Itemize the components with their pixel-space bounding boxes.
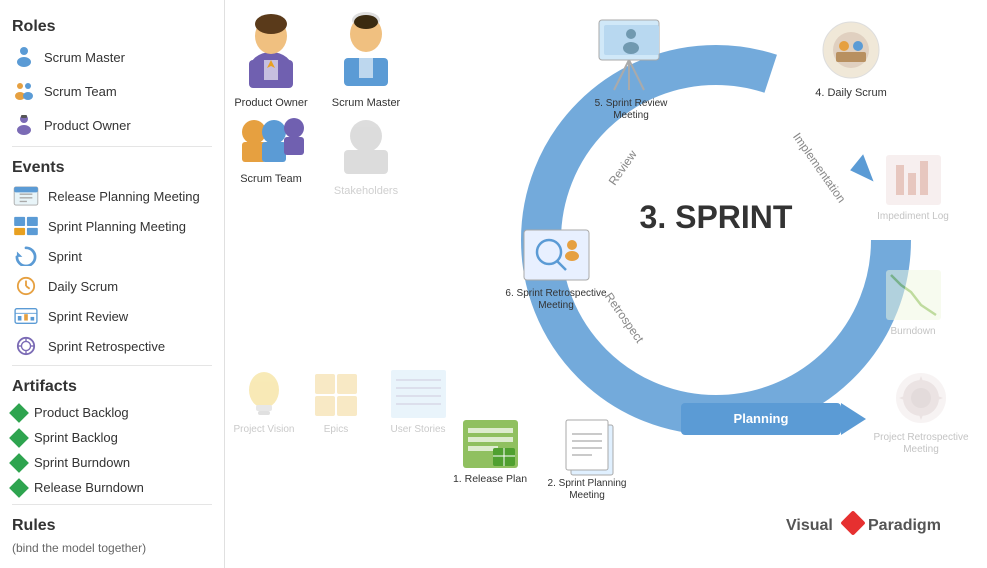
sprint-icon xyxy=(12,246,40,266)
sprint-label: Sprint xyxy=(48,249,82,264)
diagram-area: Product Owner Scrum Master xyxy=(225,0,987,568)
diamond-sprint-burndown xyxy=(9,453,29,473)
sprint-review-icon xyxy=(12,306,40,326)
product-owner-icon xyxy=(12,113,36,137)
scrum-team-label: Scrum Team xyxy=(44,84,117,99)
svg-text:Product Owner: Product Owner xyxy=(234,97,308,109)
rules-section-title: Rules xyxy=(0,509,224,539)
project-vision-artifact[interactable]: Project Vision xyxy=(234,372,295,435)
sidebar-item-sprint-backlog[interactable]: Sprint Backlog xyxy=(0,425,224,450)
sidebar-item-sprint-planning[interactable]: Sprint Planning Meeting xyxy=(0,211,224,241)
impediment-log-node[interactable]: Impediment Log xyxy=(877,155,949,222)
sidebar-item-sprint-review[interactable]: Sprint Review xyxy=(0,301,224,331)
svg-text:Meeting: Meeting xyxy=(613,110,649,121)
divider-artifacts xyxy=(12,365,212,366)
sidebar: Roles Scrum Master Scrum Team xyxy=(0,0,225,568)
scrum-master-figure[interactable]: Scrum Master xyxy=(332,12,401,109)
svg-text:Meeting: Meeting xyxy=(903,444,939,455)
divider-rules xyxy=(12,504,212,505)
daily-scrum-node[interactable]: 4. Daily Scrum xyxy=(815,22,887,99)
project-retro-meeting-node[interactable]: Project Retrospective Meeting xyxy=(873,373,968,455)
sidebar-item-sprint-burndown[interactable]: Sprint Burndown xyxy=(0,450,224,475)
stakeholders-figure[interactable]: Stakeholders xyxy=(334,120,399,197)
diamond-sprint-backlog xyxy=(9,428,29,448)
diamond-release-burndown xyxy=(9,478,29,498)
svg-text:6. Sprint Retrospective: 6. Sprint Retrospective xyxy=(505,288,607,299)
sprint-retrospective-label: Sprint Retrospective xyxy=(48,339,165,354)
svg-text:Stakeholders: Stakeholders xyxy=(334,185,399,197)
artifacts-section-title: Artifacts xyxy=(0,370,224,400)
sprint-planning-meeting-node[interactable]: 2. Sprint Planning Meeting xyxy=(548,420,627,501)
user-stories-artifact[interactable]: User Stories xyxy=(390,370,446,435)
daily-scrum-label: Daily Scrum xyxy=(48,279,118,294)
sprint-review-label: Sprint Review xyxy=(48,309,128,324)
sprint-planning-icon xyxy=(12,216,40,236)
product-owner-label: Product Owner xyxy=(44,118,131,133)
diamond-product-backlog xyxy=(9,403,29,423)
sprint-burndown-label: Sprint Burndown xyxy=(34,455,130,470)
divider-events xyxy=(12,146,212,147)
svg-text:Paradigm: Paradigm xyxy=(868,517,941,534)
main-content: Product Owner Scrum Master xyxy=(225,0,987,568)
svg-text:3. SPRINT: 3. SPRINT xyxy=(640,199,793,235)
svg-text:2. Sprint Planning: 2. Sprint Planning xyxy=(548,478,627,489)
release-burndown-label: Release Burndown xyxy=(34,480,144,495)
svg-text:5. Sprint Review: 5. Sprint Review xyxy=(595,98,669,109)
product-backlog-label: Product Backlog xyxy=(34,405,129,420)
svg-text:Burndown: Burndown xyxy=(890,326,935,337)
scrum-master-icon xyxy=(12,45,36,69)
svg-text:User Stories: User Stories xyxy=(390,424,445,435)
svg-text:Epics: Epics xyxy=(324,424,348,435)
svg-text:Scrum Master: Scrum Master xyxy=(332,97,401,109)
sidebar-item-product-backlog[interactable]: Product Backlog xyxy=(0,400,224,425)
sprint-backlog-label: Sprint Backlog xyxy=(34,430,118,445)
scrum-master-label: Scrum Master xyxy=(44,50,125,65)
svg-text:Project Vision: Project Vision xyxy=(234,424,295,435)
sprint-retrospective-icon xyxy=(12,336,40,356)
sidebar-item-scrum-team[interactable]: Scrum Team xyxy=(0,74,224,108)
events-section-title: Events xyxy=(0,151,224,181)
daily-scrum-icon xyxy=(12,276,40,296)
svg-text:Planning: Planning xyxy=(734,411,789,426)
burndown-node[interactable]: Burndown xyxy=(886,270,941,337)
product-owner-figure[interactable]: Product Owner xyxy=(234,14,308,109)
svg-text:Impediment Log: Impediment Log xyxy=(877,211,949,222)
epics-artifact[interactable]: Epics xyxy=(315,374,357,435)
sprint-planning-label: Sprint Planning Meeting xyxy=(48,219,186,234)
svg-text:Visual: Visual xyxy=(786,517,833,534)
sidebar-item-product-owner[interactable]: Product Owner xyxy=(0,108,224,142)
release-planning-icon xyxy=(12,186,40,206)
rules-subtitle: (bind the model together) xyxy=(0,539,224,563)
svg-text:Scrum Team: Scrum Team xyxy=(240,173,302,185)
release-plan-node[interactable]: 1. Release Plan xyxy=(453,420,527,485)
scrum-team-figure[interactable]: Scrum Team xyxy=(240,118,304,185)
sidebar-item-daily-scrum[interactable]: Daily Scrum xyxy=(0,271,224,301)
vp-branding: Visual Paradigm xyxy=(786,510,941,535)
sidebar-item-scrum-master[interactable]: Scrum Master xyxy=(0,40,224,74)
sidebar-item-release-burndown[interactable]: Release Burndown xyxy=(0,475,224,500)
svg-text:Project Retrospective: Project Retrospective xyxy=(873,432,968,443)
svg-text:1. Release Plan: 1. Release Plan xyxy=(453,473,527,485)
release-planning-label: Release Planning Meeting xyxy=(48,189,200,204)
sprint-diagram-svg: Product Owner Scrum Master xyxy=(225,0,987,568)
svg-text:4. Daily Scrum: 4. Daily Scrum xyxy=(815,87,887,99)
scrum-team-icon xyxy=(12,79,36,103)
sidebar-item-sprint[interactable]: Sprint xyxy=(0,241,224,271)
svg-text:Meeting: Meeting xyxy=(538,300,574,311)
svg-text:Meeting: Meeting xyxy=(569,490,605,501)
sidebar-item-release-planning[interactable]: Release Planning Meeting xyxy=(0,181,224,211)
roles-section-title: Roles xyxy=(0,10,224,40)
sidebar-item-sprint-retrospective[interactable]: Sprint Retrospective xyxy=(0,331,224,361)
